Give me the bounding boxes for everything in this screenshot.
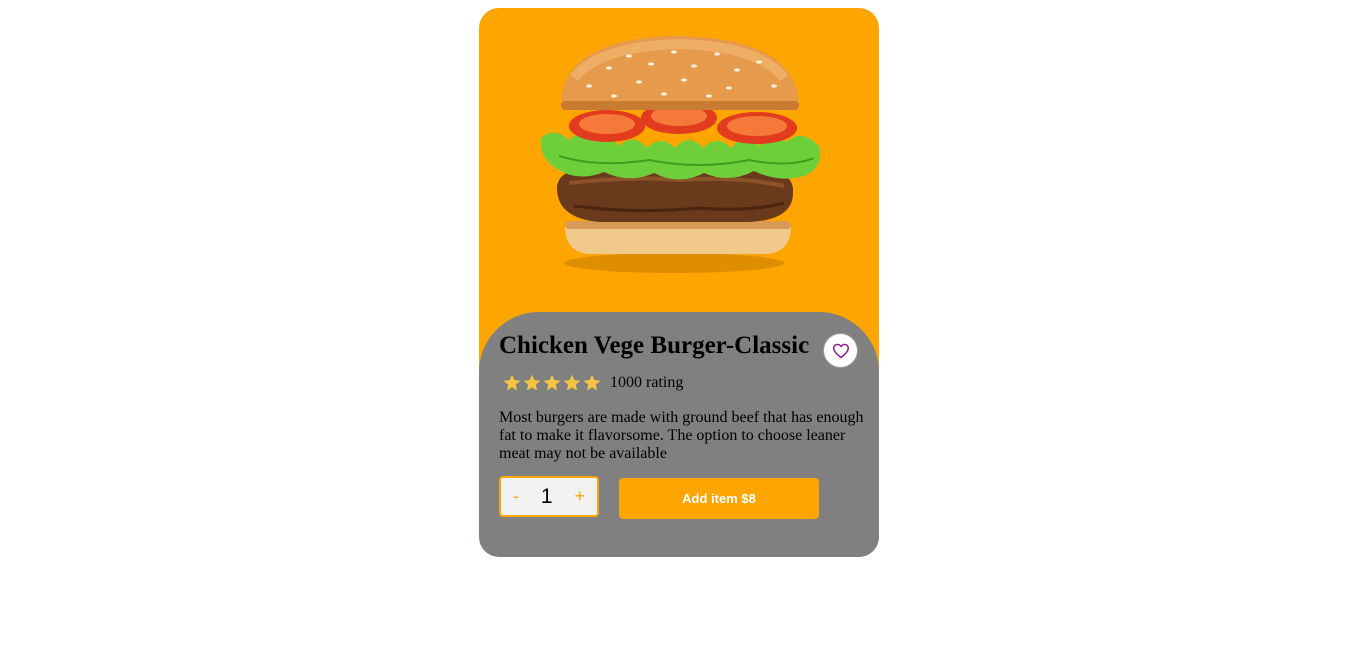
- increment-button[interactable]: +: [574, 486, 585, 507]
- add-item-button[interactable]: Add item $8: [619, 478, 819, 519]
- star-icon: [583, 374, 601, 391]
- burger-illustration: [540, 36, 820, 273]
- rating-stars: [502, 373, 602, 393]
- burger-image: [479, 8, 879, 313]
- product-card: Chicken Vege Burger-Classic 1000 rating …: [479, 8, 879, 557]
- quantity-stepper: - 1 +: [499, 476, 599, 517]
- star-icon: [503, 374, 521, 391]
- star-icon: [563, 374, 581, 391]
- rating-row: 1000 rating: [502, 373, 683, 393]
- product-title: Chicken Vege Burger-Classic: [499, 332, 810, 359]
- favorite-button[interactable]: [823, 333, 858, 368]
- quantity-value: 1: [540, 484, 553, 508]
- star-icon: [523, 374, 541, 391]
- decrement-button[interactable]: -: [513, 486, 519, 507]
- rating-count: 1000 rating: [610, 374, 684, 391]
- heart-icon: [832, 343, 849, 358]
- star-icon: [543, 374, 561, 391]
- product-description: Most burgers are made with ground beef t…: [499, 409, 864, 462]
- details-panel: Chicken Vege Burger-Classic 1000 rating …: [479, 312, 879, 557]
